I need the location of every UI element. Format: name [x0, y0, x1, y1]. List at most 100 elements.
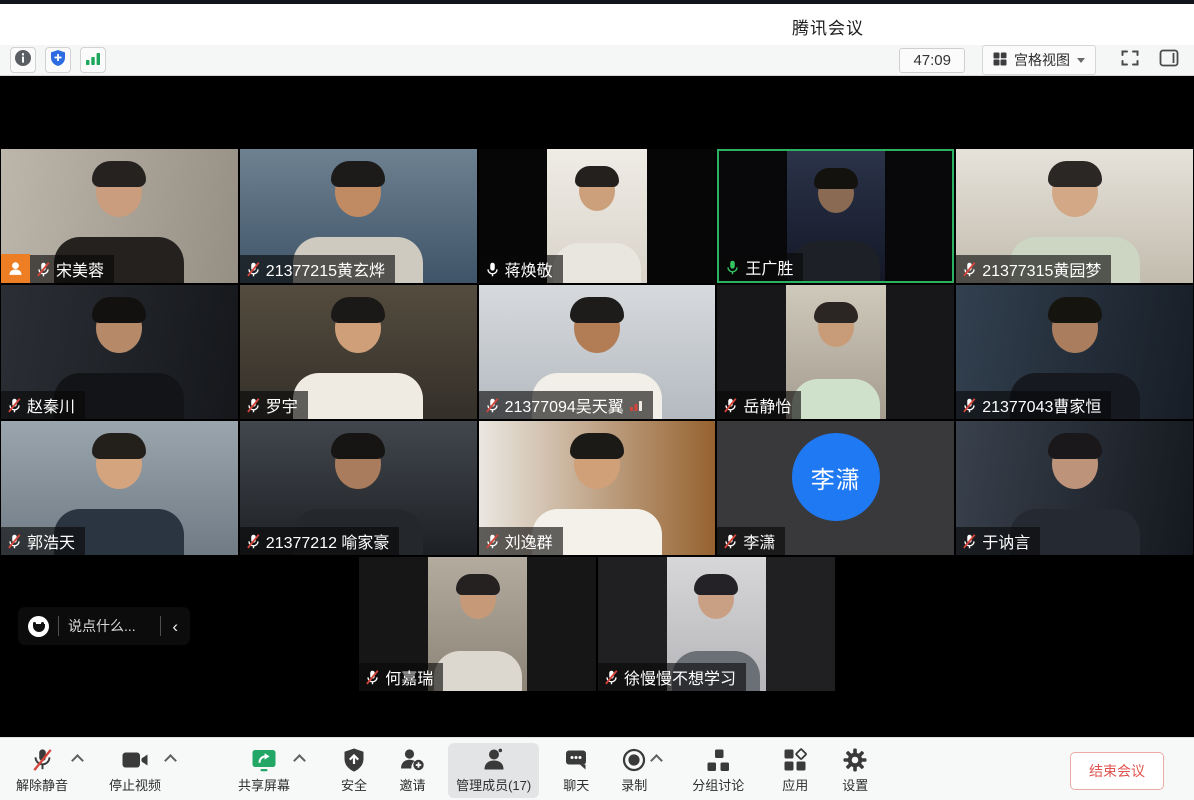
toolbar-item-settings[interactable]: 设置	[834, 743, 876, 798]
video-tile[interactable]: 21377094吴天翼	[479, 285, 716, 419]
mic-muted-icon	[962, 262, 977, 277]
emoji-icon[interactable]	[28, 616, 49, 637]
toolbar-item-label: 解除静音	[16, 775, 68, 794]
participant-name: 21377315黄园梦	[982, 257, 1101, 281]
tile-bottom-bar: 李潇	[717, 527, 785, 555]
participant-name: 刘逸群	[505, 529, 553, 553]
toolbar-item-apps[interactable]: 应用	[774, 743, 816, 798]
participant-name: 岳静怡	[743, 393, 791, 417]
tile-bottom-bar: 21377315黄园梦	[956, 255, 1111, 283]
video-tile[interactable]: 21377212 喻家豪	[240, 421, 477, 555]
tile-bottom-bar: 郭浩天	[1, 527, 85, 555]
network-status-button[interactable]	[80, 47, 106, 73]
toolbar-item-chat[interactable]: 聊天	[555, 743, 597, 798]
chevron-up-icon[interactable]	[166, 743, 178, 765]
side-panel-icon	[1158, 47, 1180, 74]
breakout-icon	[705, 746, 731, 774]
nameplate: 刘逸群	[479, 527, 563, 555]
chevron-down-icon	[1077, 58, 1085, 63]
tile-bottom-bar: 21377212 喻家豪	[240, 527, 400, 555]
participant-name: 徐慢慢不想学习	[624, 665, 736, 689]
nameplate: 岳静怡	[717, 391, 801, 419]
video-tile[interactable]: 21377315黄园梦	[956, 149, 1193, 283]
nameplate: 赵秦川	[1, 391, 85, 419]
video-tile[interactable]: 宋美蓉	[1, 149, 238, 283]
video-tile[interactable]: 罗宇	[240, 285, 477, 419]
participant-name: 21377215黄玄烨	[266, 257, 385, 281]
toolbar-item-invite[interactable]: 邀请	[391, 743, 434, 798]
toolbar-item-members[interactable]: 管理成员(17)	[448, 743, 539, 798]
participant-name: 21377212 喻家豪	[266, 529, 390, 553]
toolbar-item-camera[interactable]: 停止视频	[101, 743, 169, 798]
divider	[160, 616, 161, 636]
signal-bars-icon	[84, 49, 102, 72]
side-panel-toggle-button[interactable]	[1154, 47, 1184, 73]
video-tile[interactable]: 于讷言	[956, 421, 1193, 555]
settings-icon	[842, 746, 868, 774]
end-meeting-button[interactable]: 结束会议	[1070, 752, 1164, 790]
mic-muted-icon	[604, 670, 619, 685]
toolbar-item-label: 管理成员(17)	[456, 775, 531, 794]
security-status-button[interactable]	[45, 47, 71, 73]
toolbar-item-label: 共享屏幕	[238, 775, 290, 794]
mic-speaking-icon	[725, 260, 740, 275]
toolbar-item-security-shield[interactable]: 安全	[333, 743, 375, 798]
nameplate: 罗宇	[240, 391, 308, 419]
toolbar-item-record[interactable]: 录制	[613, 743, 655, 798]
nameplate: 何嘉瑞	[359, 663, 443, 691]
video-tile[interactable]: 刘逸群	[479, 421, 716, 555]
fullscreen-button[interactable]	[1115, 47, 1145, 73]
chat-quick-input[interactable]: 说点什么... ‹	[18, 607, 190, 645]
video-tile[interactable]: 岳静怡	[717, 285, 954, 419]
video-tile[interactable]: 蒋焕敬	[479, 149, 716, 283]
toolbar-item-mic-muted[interactable]: 解除静音	[8, 743, 76, 798]
divider	[58, 616, 59, 636]
info-icon	[14, 49, 32, 72]
member-badge-icon	[1, 254, 30, 283]
participant-name: 于讷言	[982, 529, 1030, 553]
chevron-up-icon[interactable]	[295, 743, 307, 765]
nameplate: 王广胜	[719, 253, 803, 281]
mic-muted-icon	[723, 398, 738, 413]
participant-name: 赵秦川	[27, 393, 75, 417]
video-tile[interactable]: 赵秦川	[1, 285, 238, 419]
view-mode-selector[interactable]: 宫格视图	[982, 45, 1096, 75]
tile-bottom-bar: 21377094吴天翼	[479, 391, 653, 419]
meeting-info-button[interactable]	[10, 47, 36, 73]
participant-name: 21377094吴天翼	[505, 393, 624, 417]
chevron-up-icon[interactable]	[652, 743, 664, 765]
members-icon	[480, 746, 508, 774]
video-tile[interactable]: 21377215黄玄烨	[240, 149, 477, 283]
toolbar-item-label: 应用	[782, 775, 808, 794]
nameplate: 宋美蓉	[30, 255, 114, 283]
video-tile[interactable]: 徐慢慢不想学习	[598, 557, 835, 691]
participant-name: 郭浩天	[27, 529, 75, 553]
mic-muted-icon	[7, 398, 22, 413]
toolbar-item-label: 录制	[621, 775, 647, 794]
tile-bottom-bar: 21377043曹家恒	[956, 391, 1111, 419]
invite-icon	[399, 746, 426, 774]
mic-muted-icon	[485, 398, 500, 413]
collapse-chat-icon[interactable]: ‹	[170, 618, 180, 635]
avatar: 李潇	[792, 433, 880, 521]
toolbar-item-label: 分组讨论	[692, 775, 744, 794]
record-icon	[621, 746, 647, 774]
toolbar-item-breakout[interactable]: 分组讨论	[684, 743, 752, 798]
toolbar-item-label: 停止视频	[109, 775, 161, 794]
video-tile[interactable]: 王广胜	[717, 149, 954, 283]
video-tile[interactable]: 21377043曹家恒	[956, 285, 1193, 419]
video-tile[interactable]: 李潇李潇	[717, 421, 954, 555]
chevron-up-icon[interactable]	[73, 743, 85, 765]
nameplate: 21377212 喻家豪	[240, 527, 400, 555]
video-tile[interactable]: 郭浩天	[1, 421, 238, 555]
participant-name: 21377043曹家恒	[982, 393, 1101, 417]
meeting-top-toolbar: 47:09 宫格视图	[0, 45, 1194, 76]
toolbar-item-label: 邀请	[400, 775, 426, 794]
video-tile[interactable]: 何嘉瑞	[359, 557, 596, 691]
grid-view-icon	[993, 52, 1007, 69]
tile-bottom-bar: 赵秦川	[1, 391, 85, 419]
nameplate: 21377315黄园梦	[956, 255, 1111, 283]
chat-input-placeholder[interactable]: 说点什么...	[68, 616, 151, 636]
participant-name: 罗宇	[266, 393, 298, 417]
toolbar-item-screen-share[interactable]: 共享屏幕	[230, 743, 298, 798]
